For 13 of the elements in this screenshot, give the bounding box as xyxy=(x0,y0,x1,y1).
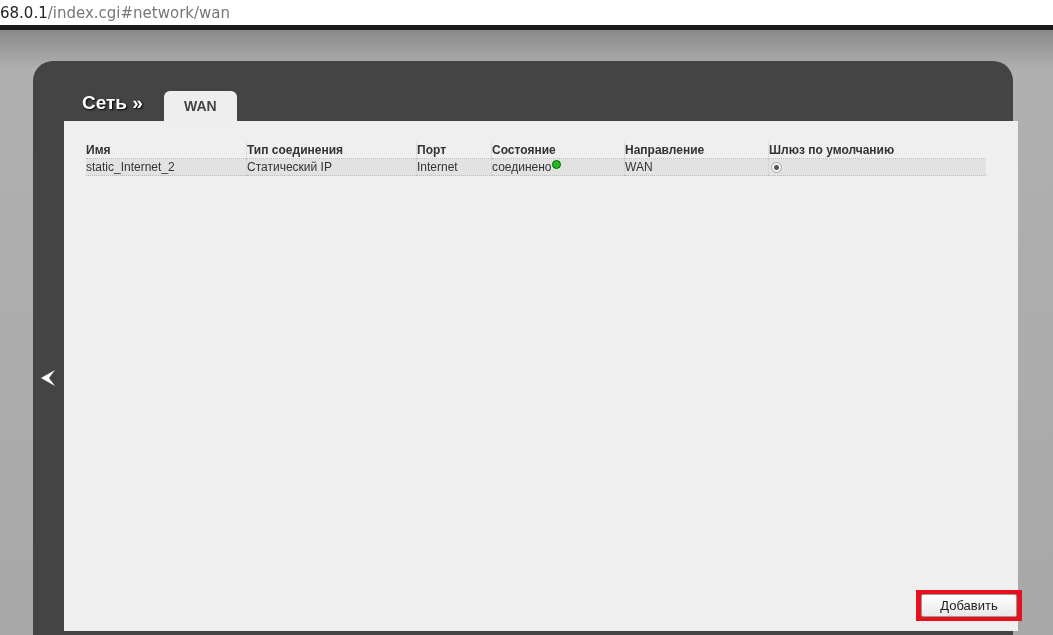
status-text: соединено xyxy=(492,160,552,174)
breadcrumb[interactable]: Сеть » xyxy=(82,92,143,114)
table-cell: WAN xyxy=(624,158,769,176)
add-button[interactable]: Добавить xyxy=(921,594,1017,617)
back-arrow-icon[interactable] xyxy=(41,370,55,386)
radio-button[interactable] xyxy=(771,162,782,174)
column-header: Имя xyxy=(86,142,247,159)
table-cell: Internet xyxy=(416,158,492,176)
table-cell: static_Internet_2 xyxy=(86,158,247,176)
tab[interactable]: WAN xyxy=(163,91,237,121)
table-cell: Статический IP xyxy=(246,158,417,176)
url-host: 68.0.1 xyxy=(0,3,48,22)
url-path: /index.cgi#network/wan xyxy=(47,3,231,22)
